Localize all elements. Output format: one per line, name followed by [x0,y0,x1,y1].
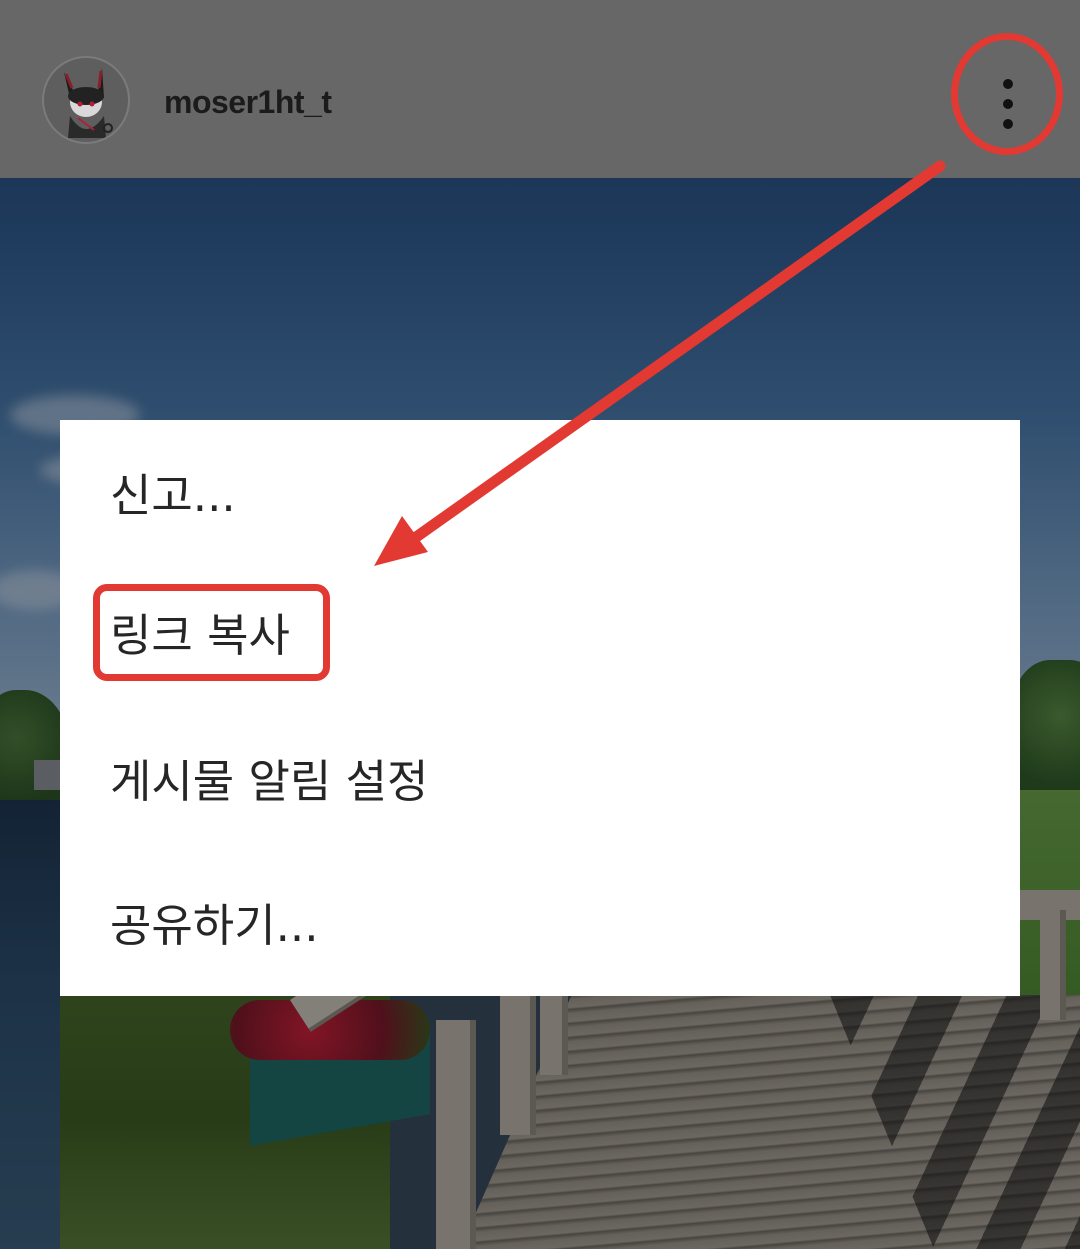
annotation-highlight-box [93,584,330,681]
character-avatar-icon [64,68,113,138]
annotation-circle [951,33,1063,155]
username[interactable]: moser1ht_t [164,84,332,121]
menu-item-report[interactable]: 신고... [110,466,236,526]
post-header: moser1ht_t [0,0,1080,178]
post-options-menu: 신고... 링크 복사 게시물 알림 설정 공유하기... [60,420,1020,996]
menu-item-share[interactable]: 공유하기... [110,896,319,956]
avatar[interactable] [42,56,130,144]
menu-item-post-notifications[interactable]: 게시물 알림 설정 [110,752,428,812]
